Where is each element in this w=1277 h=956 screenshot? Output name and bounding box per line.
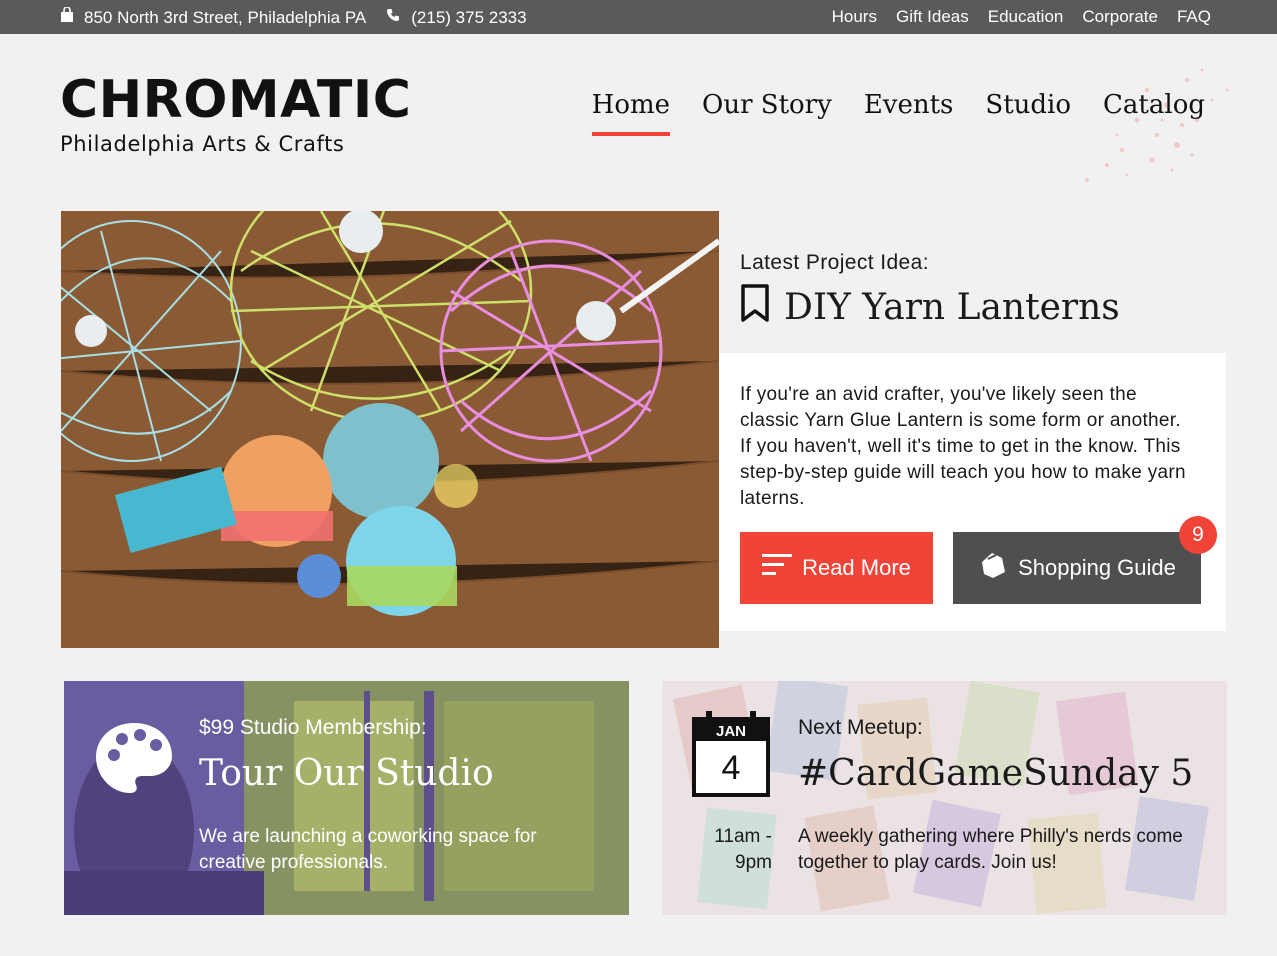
calendar-icon: JAN 4	[692, 711, 770, 797]
meetup-description: A weekly gathering where Philly's nerds …	[798, 826, 1183, 873]
read-more-label: Read More	[802, 555, 911, 580]
nav-our-story[interactable]: Our Story	[702, 90, 832, 134]
meetup-card[interactable]: JAN 4 Next Meetup: #CardGameSunday 5 11a…	[662, 681, 1227, 915]
site-logo[interactable]: CHROMATIC Philadelphia Arts & Crafts	[60, 72, 411, 156]
meetup-kicker: Next Meetup:	[798, 716, 923, 739]
hero-kicker: Latest Project Idea:	[740, 251, 929, 274]
calendar-day: 4	[721, 749, 741, 787]
hero-description: If you're an avid crafter, you've likely…	[740, 384, 1186, 509]
utility-nav: Hours Gift Ideas Education Corporate FAQ	[832, 7, 1211, 27]
shopping-guide-count-badge: 9	[1179, 516, 1217, 554]
studio-description: We are launching a coworking space for c…	[199, 826, 537, 873]
shopping-guide-label: Shopping Guide	[1018, 555, 1176, 580]
utility-link-faq[interactable]: FAQ	[1177, 7, 1211, 27]
bookmark-icon[interactable]	[740, 284, 770, 331]
meetup-time-end: 9pm	[735, 852, 772, 873]
address-text: 850 North 3rd Street, Philadelphia PA	[84, 7, 367, 27]
menu-lines-icon	[762, 553, 793, 583]
utility-link-gift-ideas[interactable]: Gift Ideas	[896, 7, 969, 27]
top-bar: 850 North 3rd Street, Philadelphia PA (2…	[0, 0, 1277, 34]
meetup-time-start: 11am -	[714, 826, 772, 847]
main-nav: Home Our Story Events Studio Catalog	[591, 90, 1205, 136]
nav-events[interactable]: Events	[864, 90, 954, 134]
store-icon	[60, 6, 74, 28]
brand-tagline: Philadelphia Arts & Crafts	[60, 132, 345, 156]
meetup-title[interactable]: #CardGameSunday 5	[798, 753, 1193, 794]
nav-catalog[interactable]: Catalog	[1103, 90, 1205, 134]
shopping-guide-button[interactable]: Shopping Guide	[953, 532, 1201, 604]
hero-title[interactable]: DIY Yarn Lanterns	[740, 284, 1120, 331]
studio-kicker: $99 Studio Membership:	[199, 716, 427, 739]
utility-link-corporate[interactable]: Corporate	[1082, 7, 1158, 27]
read-more-button[interactable]: Read More	[740, 532, 933, 604]
utility-link-hours[interactable]: Hours	[832, 7, 877, 27]
palette-icon	[94, 719, 174, 804]
price-tag-icon	[978, 550, 1008, 586]
contact-info: 850 North 3rd Street, Philadelphia PA (2…	[60, 6, 527, 28]
hero-image-yarn-lanterns[interactable]	[61, 211, 719, 648]
hero-title-text: DIY Yarn Lanterns	[784, 287, 1120, 328]
phone-icon	[386, 8, 401, 28]
meetup-time: 11am - 9pm	[702, 824, 772, 876]
brand-name: CHROMATIC	[60, 70, 412, 130]
nav-home[interactable]: Home	[591, 90, 671, 136]
calendar-month: JAN	[715, 723, 746, 740]
studio-membership-card[interactable]: $99 Studio Membership: Tour Our Studio W…	[64, 681, 629, 915]
nav-studio[interactable]: Studio	[985, 90, 1071, 134]
utility-link-education[interactable]: Education	[988, 7, 1064, 27]
studio-title[interactable]: Tour Our Studio	[199, 753, 494, 794]
phone-text[interactable]: (215) 375 2333	[411, 8, 526, 28]
hero-card: If you're an avid crafter, you've likely…	[719, 353, 1226, 631]
